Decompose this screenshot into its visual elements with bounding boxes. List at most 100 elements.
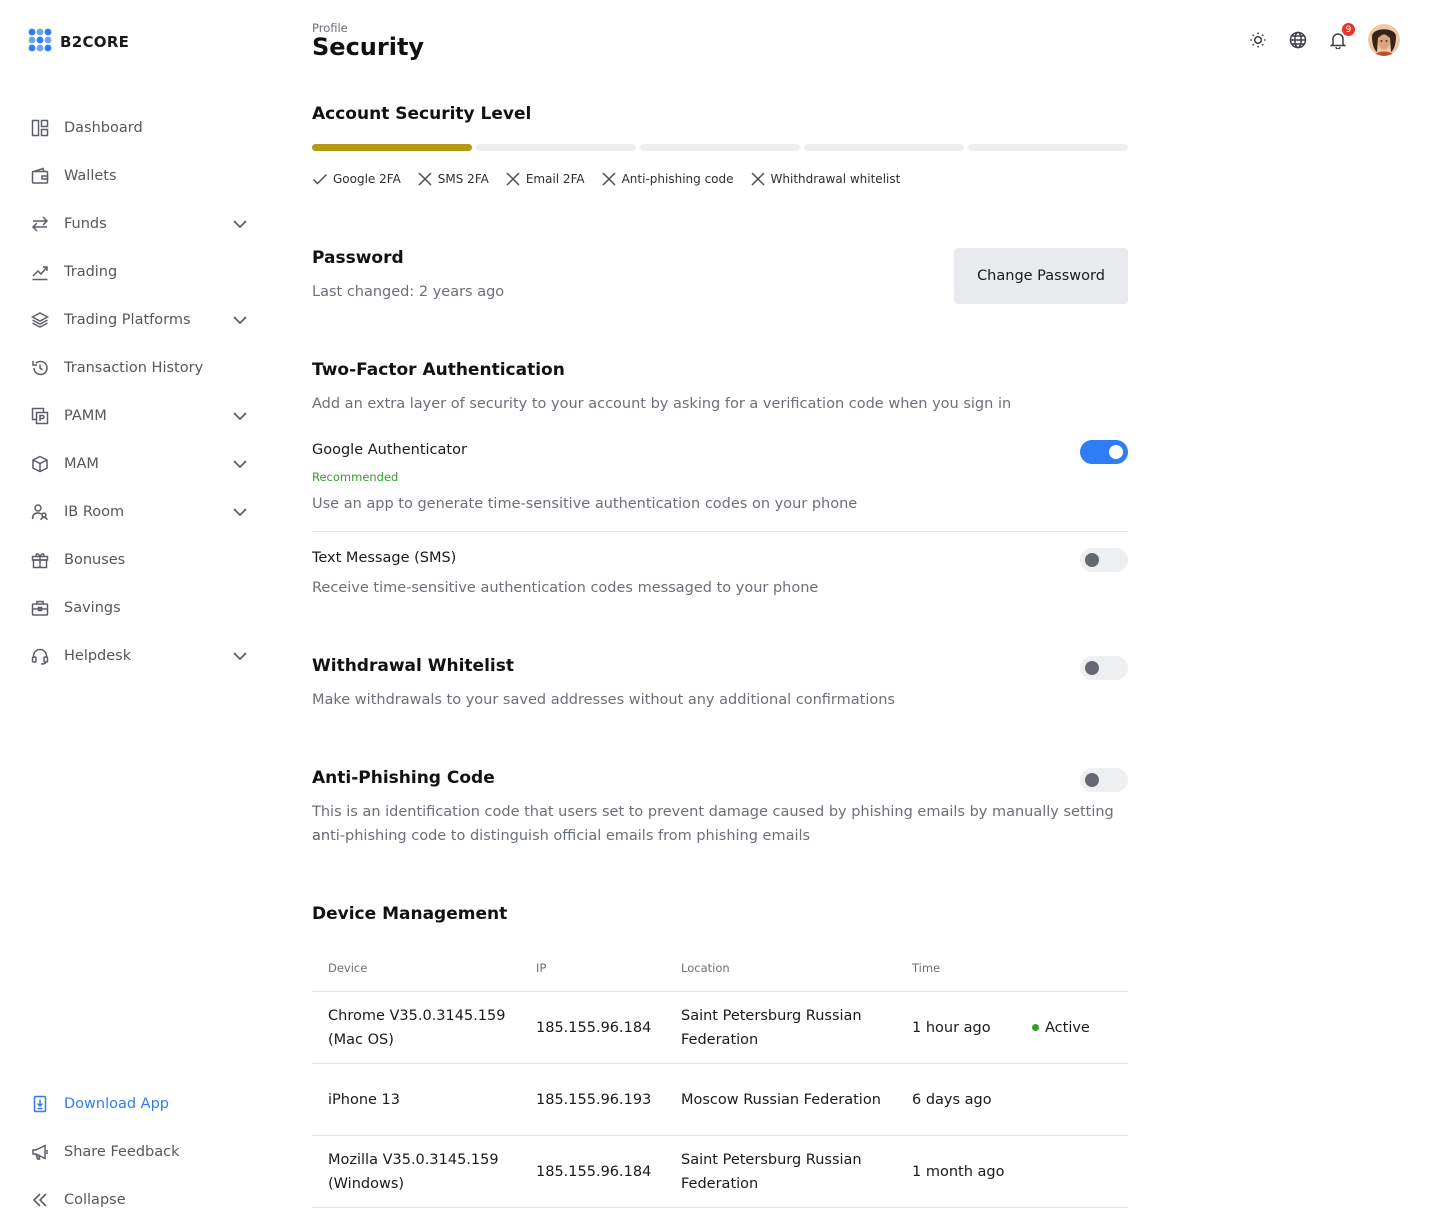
anti-phishing-toggle[interactable]: [1080, 768, 1128, 792]
device-cell: Chrome V35.0.3145.159 (Mac OS): [328, 1004, 536, 1052]
sidebar-item-helpdesk[interactable]: Helpdesk: [0, 632, 272, 680]
chevron-down-icon[interactable]: [230, 502, 250, 522]
table-row[interactable]: Chrome V35.0.3145.159 (Mac OS) 185.155.9…: [312, 992, 1128, 1064]
collapse-label: Collapse: [64, 1192, 126, 1208]
sms-auth-title: Text Message (SMS): [312, 550, 457, 566]
sidebar-bottom: Download App Share Feedback Collapse: [0, 1080, 272, 1224]
check-label: SMS 2FA: [437, 172, 489, 186]
column-location: Location: [681, 960, 730, 975]
brand[interactable]: B2CORE: [28, 28, 129, 56]
sidebar-item-trading-platforms[interactable]: Trading Platforms: [0, 296, 272, 344]
ip-cell: 185.155.96.184: [536, 1019, 652, 1036]
sidebar-item-wallets[interactable]: Wallets: [0, 152, 272, 200]
gift-icon: [30, 550, 50, 570]
column-ip: IP: [536, 960, 547, 975]
device-management-title: Device Management: [312, 904, 508, 924]
change-password-button[interactable]: Change Password: [954, 248, 1128, 304]
download-app-label: Download App: [64, 1096, 170, 1112]
check-google-2fa: Google 2FA: [312, 171, 401, 187]
recommended-badge: Recommended: [312, 470, 399, 484]
sidebar-item-label: IB Room: [64, 504, 125, 520]
device-os: (Windows): [328, 1175, 405, 1192]
headset-icon: [30, 646, 50, 666]
sms-auth-toggle[interactable]: [1080, 548, 1128, 572]
security-level-title: Account Security Level: [312, 104, 532, 124]
google-auth-toggle[interactable]: [1080, 440, 1128, 464]
withdrawal-whitelist-description: Make withdrawals to your saved addresses…: [312, 692, 895, 708]
toggle-knob: [1085, 661, 1099, 675]
location-cell: Moscow Russian Federation: [681, 1088, 912, 1112]
device-cell: Mozilla V35.0.3145.159 (Windows): [328, 1148, 536, 1196]
table-row[interactable]: iPhone 13 185.155.96.193 Moscow Russian …: [312, 1064, 1128, 1136]
sidebar-item-label: PAMM: [64, 408, 107, 424]
sidebar-item-ib-room[interactable]: IB Room: [0, 488, 272, 536]
device-table: Device IP Location Time Chrome V35.0.314…: [312, 944, 1128, 1208]
sidebar-item-mam[interactable]: MAM: [0, 440, 272, 488]
chevron-down-icon[interactable]: [230, 310, 250, 330]
check-label: Anti-phishing code: [621, 172, 734, 186]
chevron-down-icon[interactable]: [230, 646, 250, 666]
location-line: Saint Petersburg Russian: [681, 1007, 862, 1024]
progress-segment: [640, 144, 800, 151]
sidebar-item-label: Wallets: [64, 168, 117, 184]
time-cell: 6 days ago: [912, 1091, 992, 1108]
download-app-link[interactable]: Download App: [0, 1080, 272, 1128]
sidebar-item-transaction-history[interactable]: Transaction History: [0, 344, 272, 392]
globe-icon[interactable]: [1288, 30, 1308, 50]
sidebar-item-label: Dashboard: [64, 120, 143, 136]
withdrawal-whitelist-toggle[interactable]: [1080, 656, 1128, 680]
wallet-icon: [30, 166, 50, 186]
pamm-icon: [30, 406, 50, 426]
avatar[interactable]: [1368, 24, 1400, 56]
bell-icon[interactable]: 9: [1328, 22, 1356, 50]
location-line: Moscow Russian Federation: [681, 1091, 881, 1108]
sidebar-item-bonuses[interactable]: Bonuses: [0, 536, 272, 584]
check-sms-2fa: SMS 2FA: [417, 171, 489, 187]
check-label: Email 2FA: [525, 172, 585, 186]
header-actions: 9: [1248, 22, 1400, 56]
collapse-button[interactable]: Collapse: [0, 1176, 272, 1224]
users-icon: [30, 502, 50, 522]
sidebar-item-label: Savings: [64, 600, 121, 616]
transfer-icon: [30, 214, 50, 234]
check-email-2fa: Email 2FA: [505, 171, 585, 187]
sidebar-item-label: Bonuses: [64, 552, 126, 568]
sidebar-item-pamm[interactable]: PAMM: [0, 392, 272, 440]
device-name: Mozilla V35.0.3145.159: [328, 1151, 499, 1168]
share-feedback-link[interactable]: Share Feedback: [0, 1128, 272, 1176]
status-badge: Active: [1032, 1016, 1090, 1040]
security-level-progress: [312, 144, 1128, 151]
share-feedback-label: Share Feedback: [64, 1144, 180, 1160]
chart-line-icon: [30, 262, 50, 282]
sidebar-item-savings[interactable]: Savings: [0, 584, 272, 632]
column-time: Time: [912, 960, 941, 975]
location-cell: Saint Petersburg Russian Federation: [681, 1148, 912, 1196]
theme-toggle-sun-icon[interactable]: [1248, 30, 1268, 50]
chevron-down-icon[interactable]: [230, 214, 250, 234]
check-label: Whithdrawal whitelist: [770, 172, 901, 186]
sidebar-item-dashboard[interactable]: Dashboard: [0, 104, 272, 152]
sidebar-item-label: Helpdesk: [64, 648, 132, 664]
progress-segment: [476, 144, 636, 151]
location-line: Federation: [681, 1175, 759, 1192]
sidebar-item-trading[interactable]: Trading: [0, 248, 272, 296]
dashboard-icon: [30, 118, 50, 138]
google-auth-title: Google Authenticator: [312, 442, 467, 458]
notification-badge: 9: [1341, 22, 1356, 37]
sidebar-item-funds[interactable]: Funds: [0, 200, 272, 248]
sidebar-item-label: Trading Platforms: [64, 312, 191, 328]
status-label: Active: [1045, 1019, 1090, 1036]
brand-name: B2CORE: [60, 33, 130, 51]
sidebar: B2CORE Dashboard Wallets Funds Trading T…: [0, 0, 272, 1232]
two-factor-description: Add an extra layer of security to your a…: [312, 396, 1012, 412]
location-line: Saint Petersburg Russian: [681, 1151, 862, 1168]
logo-icon: [28, 28, 52, 56]
page-title: Security: [312, 33, 425, 61]
table-row[interactable]: Mozilla V35.0.3145.159 (Windows) 185.155…: [312, 1136, 1128, 1208]
check-label: Google 2FA: [333, 172, 401, 186]
check-withdrawal-whitelist: Whithdrawal whitelist: [750, 171, 901, 187]
sidebar-nav: Dashboard Wallets Funds Trading Trading …: [0, 104, 272, 680]
chevron-down-icon[interactable]: [230, 406, 250, 426]
chevrons-left-icon: [30, 1190, 50, 1210]
chevron-down-icon[interactable]: [230, 454, 250, 474]
